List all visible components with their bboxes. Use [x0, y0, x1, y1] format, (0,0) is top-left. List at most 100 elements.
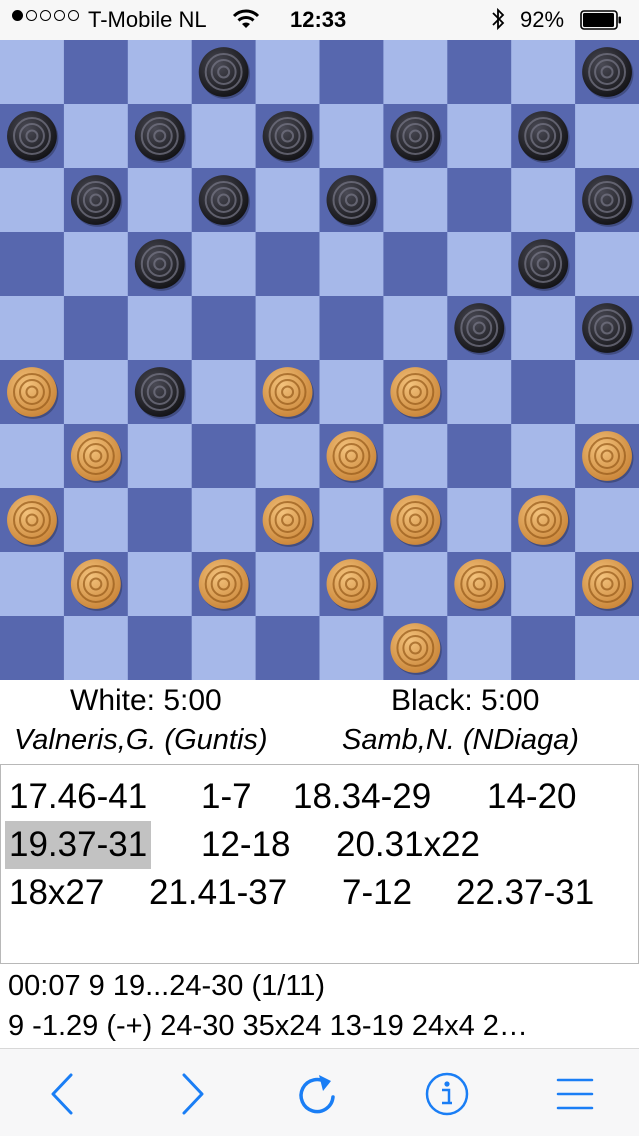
board-square[interactable] — [63, 104, 129, 169]
carrier-label: T-Mobile NL — [88, 7, 207, 32]
board-square[interactable] — [127, 488, 193, 553]
white-player-name: Valneris,G. (Guntis) — [14, 724, 268, 756]
board-square[interactable] — [383, 424, 448, 489]
board-square[interactable] — [383, 232, 448, 297]
board-square[interactable] — [511, 552, 576, 617]
board-square[interactable] — [447, 424, 512, 489]
move[interactable]: 20.31x22 — [336, 821, 480, 869]
board-square[interactable] — [447, 104, 512, 169]
board-square[interactable] — [191, 104, 257, 169]
status-time: 12:33 — [290, 7, 347, 32]
move[interactable]: 12-18 — [201, 821, 291, 869]
board-square[interactable] — [319, 296, 384, 361]
board-square[interactable] — [447, 360, 512, 425]
move[interactable]: 7-12 — [342, 869, 412, 917]
board-square[interactable] — [63, 360, 129, 425]
board-square[interactable] — [511, 40, 576, 105]
board-square[interactable] — [127, 552, 193, 617]
board-square[interactable] — [575, 232, 639, 297]
board-square[interactable] — [0, 168, 65, 233]
board-square[interactable] — [447, 616, 512, 680]
board-square[interactable] — [127, 296, 193, 361]
board-svg[interactable] — [0, 40, 639, 680]
board-square[interactable] — [383, 296, 448, 361]
black-clock: Black: 5:00 — [391, 684, 540, 717]
move[interactable]: 21.41-37 — [149, 869, 287, 917]
board-square[interactable] — [63, 616, 129, 680]
board-square[interactable] — [191, 360, 257, 425]
move[interactable]: 17.46-41 — [9, 773, 147, 821]
board-square[interactable] — [0, 232, 65, 297]
analysis-line-2: 9 -1.29 (-+) 24-30 35x24 13-19 24x4 2… — [8, 1010, 528, 1042]
board-square[interactable] — [383, 168, 448, 233]
board-square[interactable] — [255, 424, 320, 489]
board-square[interactable] — [63, 40, 129, 105]
info-icon[interactable] — [422, 1069, 472, 1119]
move[interactable]: 18.34-29 — [293, 773, 431, 821]
board-square[interactable] — [511, 616, 576, 680]
board-square[interactable] — [255, 552, 320, 617]
board-square[interactable] — [319, 488, 384, 553]
menu-icon[interactable] — [550, 1069, 600, 1119]
board-square[interactable] — [511, 360, 576, 425]
refresh-icon[interactable] — [292, 1069, 342, 1119]
board-square[interactable] — [191, 296, 257, 361]
move[interactable]: 14-20 — [487, 773, 577, 821]
board-square[interactable] — [191, 424, 257, 489]
checkers-board[interactable] — [0, 40, 639, 680]
board-square[interactable] — [127, 424, 193, 489]
chevron-left-icon[interactable] — [37, 1069, 87, 1119]
board-square[interactable] — [63, 296, 129, 361]
board-square[interactable] — [0, 296, 65, 361]
board-square[interactable] — [0, 40, 65, 105]
board-square[interactable] — [255, 232, 320, 297]
board-square[interactable] — [447, 168, 512, 233]
board-square[interactable] — [319, 360, 384, 425]
board-square[interactable] — [383, 40, 448, 105]
board-square[interactable] — [255, 40, 320, 105]
board-square[interactable] — [383, 552, 448, 617]
board-square[interactable] — [191, 616, 257, 680]
battery-icon — [580, 10, 622, 30]
board-square[interactable] — [63, 488, 129, 553]
chevron-right-icon[interactable] — [168, 1069, 218, 1119]
board-square[interactable] — [575, 104, 639, 169]
board-square[interactable] — [447, 488, 512, 553]
wifi-icon — [232, 8, 260, 36]
board-square[interactable] — [0, 616, 65, 680]
board-square[interactable] — [319, 616, 384, 680]
board-square[interactable] — [63, 232, 129, 297]
battery-percent: 92% — [520, 7, 565, 32]
move-list[interactable]: 17.46-41 1-7 18.34-29 14-20 19.37-31 12-… — [0, 764, 639, 964]
move[interactable]: 18x27 — [9, 869, 104, 917]
player-info: White: 5:00 Black: 5:00 Valneris,G. (Gun… — [0, 680, 639, 764]
move[interactable]: 1-7 — [201, 773, 252, 821]
move-current[interactable]: 19.37-31 — [5, 821, 152, 869]
board-square[interactable] — [511, 424, 576, 489]
engine-analysis: 00:07 9 19...24-30 (1/11) 9 -1.29 (-+) 2… — [0, 964, 639, 1049]
board-square[interactable] — [575, 360, 639, 425]
black-player-name: Samb,N. (NDiaga) — [342, 724, 579, 756]
board-square[interactable] — [127, 616, 193, 680]
board-square[interactable] — [191, 232, 257, 297]
board-square[interactable] — [255, 616, 320, 680]
board-square[interactable] — [127, 168, 193, 233]
board-square[interactable] — [575, 488, 639, 553]
board-square[interactable] — [447, 232, 512, 297]
board-square[interactable] — [319, 104, 384, 169]
analysis-line-1: 00:07 9 19...24-30 (1/11) — [8, 970, 326, 1002]
board-square[interactable] — [575, 616, 639, 680]
board-square[interactable] — [0, 424, 65, 489]
board-square[interactable] — [255, 168, 320, 233]
board-square[interactable] — [319, 232, 384, 297]
board-square[interactable] — [127, 40, 193, 105]
board-square[interactable] — [447, 40, 512, 105]
board-square[interactable] — [511, 296, 576, 361]
status-bar: T-Mobile NL 12:33 92% — [0, 0, 639, 40]
move[interactable]: 22.37-31 — [456, 869, 594, 917]
board-square[interactable] — [191, 488, 257, 553]
board-square[interactable] — [0, 552, 65, 617]
board-square[interactable] — [511, 168, 576, 233]
board-square[interactable] — [255, 296, 320, 361]
board-square[interactable] — [319, 40, 384, 105]
